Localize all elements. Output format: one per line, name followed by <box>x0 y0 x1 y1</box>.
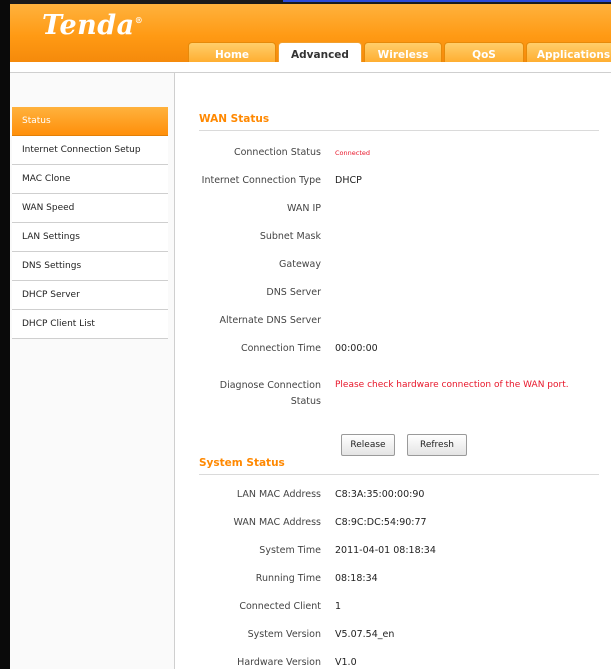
row-label: WAN IP <box>286 203 321 214</box>
sidebar: Status Internet Connection Setup MAC Clo… <box>10 73 175 669</box>
row-value: V5.07.54_en <box>335 629 395 640</box>
system-status-title: System Status <box>199 457 285 469</box>
header-banner: Tenda® Home Advanced Wireless QoS Applic… <box>10 4 611 66</box>
sidebar-item-dhcp-server[interactable]: DHCP Server <box>12 281 168 310</box>
sidebar-item-status[interactable]: Status <box>12 107 168 136</box>
release-button[interactable]: Release <box>341 434 395 456</box>
subbar <box>10 62 611 72</box>
row-value: C8:9C:DC:54:90:77 <box>335 517 427 528</box>
row-label: Gateway <box>279 259 321 270</box>
row-label: Alternate DNS Server <box>219 315 321 326</box>
refresh-button[interactable]: Refresh <box>407 434 467 456</box>
row-value: 2011-04-01 08:18:34 <box>335 545 436 556</box>
row-label: System Version <box>247 629 321 640</box>
top-link-underline <box>283 0 611 2</box>
row-value: DHCP <box>335 175 362 186</box>
system-status-divider <box>199 474 599 475</box>
logo-registered-mark: ® <box>134 15 144 25</box>
sidebar-item-internet-connection-setup[interactable]: Internet Connection Setup <box>12 136 168 165</box>
window-left-border <box>0 0 10 669</box>
row-label: Hardware Version <box>237 657 321 668</box>
row-label: DNS Server <box>266 287 321 298</box>
sidebar-item-lan-settings[interactable]: LAN Settings <box>12 223 168 252</box>
row-label: System Time <box>259 545 321 556</box>
row-value: 1 <box>335 601 342 612</box>
sidebar-item-dhcp-client-list[interactable]: DHCP Client List <box>12 310 168 339</box>
row-value: Connected <box>335 149 371 157</box>
row-label: Connection Status <box>233 147 321 158</box>
row-value: 08:18:34 <box>335 573 378 584</box>
diagnose-message: Please check hardware connection of the … <box>335 380 569 390</box>
diagnose-label-line1: Diagnose Connection <box>219 380 321 391</box>
row-value: C8:3A:35:00:00:90 <box>335 489 425 500</box>
row-label: Internet Connection Type <box>201 175 321 186</box>
row-label: WAN MAC Address <box>233 517 321 528</box>
row-label: Connected Client <box>239 601 321 612</box>
sidebar-item-wan-speed[interactable]: WAN Speed <box>12 194 168 223</box>
sidebar-menu: Status Internet Connection Setup MAC Clo… <box>12 107 168 339</box>
sidebar-item-dns-settings[interactable]: DNS Settings <box>12 252 168 281</box>
row-value: 00:00:00 <box>335 343 378 354</box>
wan-status-title: WAN Status <box>199 113 270 125</box>
wan-status-divider <box>199 130 599 131</box>
row-label: Running Time <box>255 573 321 584</box>
sidebar-item-mac-clone[interactable]: MAC Clone <box>12 165 168 194</box>
row-label: LAN MAC Address <box>236 489 321 500</box>
diagnose-label-line2: Status <box>290 396 321 407</box>
tenda-logo: Tenda® <box>42 10 143 41</box>
row-label: Subnet Mask <box>259 231 321 242</box>
row-label: Connection Time <box>240 343 321 354</box>
row-value: V1.0 <box>335 657 357 668</box>
main-content: WAN Status Connection Status Connected I… <box>175 73 611 669</box>
logo-text: Tenda <box>42 10 135 41</box>
